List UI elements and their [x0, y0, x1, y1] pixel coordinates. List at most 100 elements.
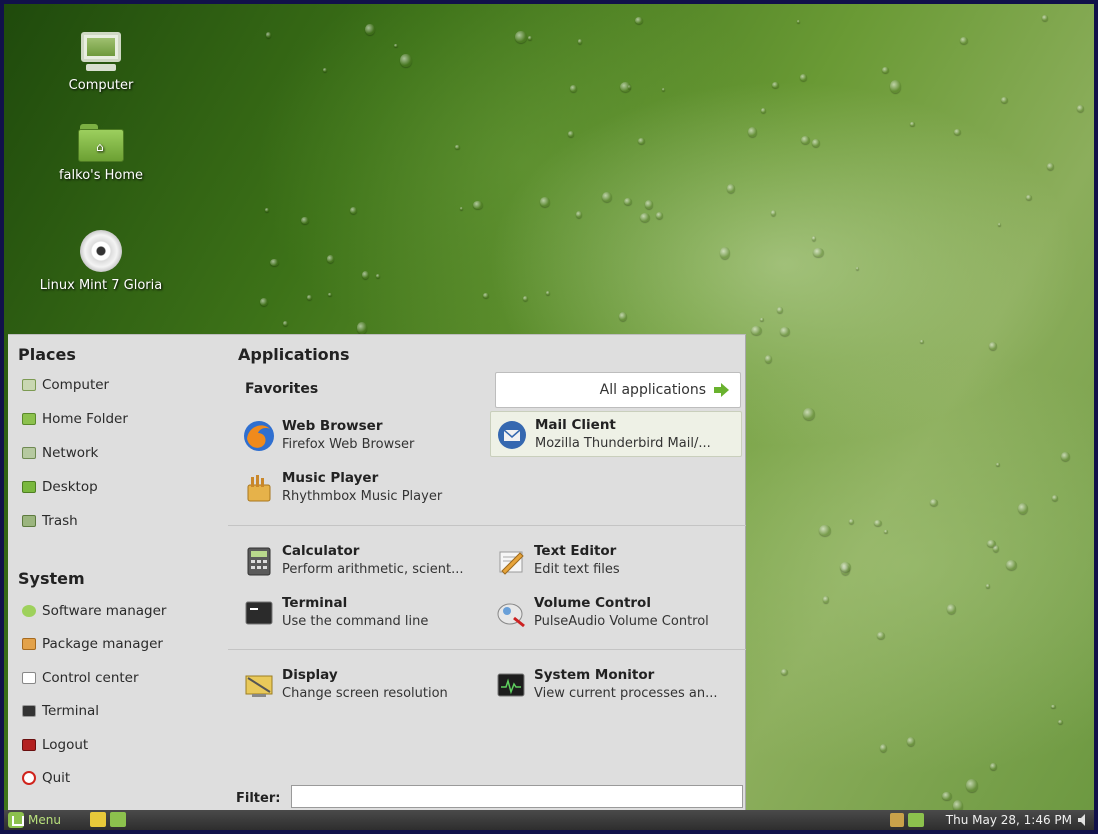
- cd-disc-icon: [80, 230, 122, 272]
- raindrop: [265, 32, 271, 38]
- raindrop: [634, 16, 644, 25]
- raindrop: [661, 87, 665, 91]
- app-desc: Use the command line: [282, 614, 429, 629]
- volume-icon[interactable]: [1078, 814, 1088, 826]
- menu-button-label: Menu: [28, 813, 61, 827]
- all-applications-label: All applications: [599, 382, 706, 398]
- desktop-icon-computer[interactable]: Computer: [36, 32, 166, 93]
- app-name: Mail Client: [535, 417, 616, 433]
- system-item-quit[interactable]: Quit: [22, 766, 70, 790]
- places-item-computer[interactable]: Computer: [22, 373, 109, 397]
- computer-icon: [78, 32, 124, 72]
- raindrop: [1042, 15, 1049, 21]
- raindrop: [879, 744, 887, 753]
- app-name: Volume Control: [534, 595, 651, 611]
- app-display[interactable]: Display Change screen resolution: [238, 662, 490, 708]
- app-terminal[interactable]: Terminal Use the command line: [238, 590, 490, 636]
- terminal-icon: [245, 601, 273, 625]
- raindrop: [1005, 559, 1017, 571]
- logout-icon: [22, 739, 36, 751]
- raindrop: [376, 273, 381, 278]
- raindrop: [907, 736, 916, 747]
- raindrop: [930, 499, 938, 506]
- app-desc: PulseAudio Volume Control: [534, 614, 709, 629]
- raindrop: [1001, 96, 1008, 103]
- raindrop: [322, 68, 328, 73]
- system-item-logout[interactable]: Logout: [22, 733, 88, 757]
- filter-label: Filter:: [236, 791, 281, 806]
- places-item-label: Home Folder: [42, 411, 128, 427]
- raindrop: [989, 342, 997, 351]
- raindrop: [638, 137, 646, 145]
- raindrop: [813, 247, 824, 258]
- raindrop: [1057, 719, 1063, 725]
- software-manager-icon: [22, 605, 36, 617]
- raindrop: [269, 258, 279, 266]
- text-editor-launcher-icon[interactable]: [90, 812, 106, 827]
- clock[interactable]: Thu May 28, 1:46 PM: [946, 813, 1072, 827]
- system-item-terminal[interactable]: Terminal: [22, 699, 99, 723]
- app-web-browser[interactable]: Web Browser Firefox Web Browser: [238, 413, 490, 459]
- raindrop: [618, 311, 627, 322]
- raindrop: [639, 212, 650, 222]
- raindrop: [1026, 194, 1033, 201]
- raindrop: [764, 354, 772, 364]
- raindrop: [483, 292, 490, 298]
- applications-title: Applications: [238, 345, 350, 364]
- app-name: Display: [282, 667, 338, 683]
- raindrop: [545, 290, 550, 295]
- raindrop: [1052, 495, 1059, 501]
- places-item-network[interactable]: Network: [22, 441, 98, 465]
- favorites-title: Favorites: [245, 381, 319, 397]
- app-system-monitor[interactable]: System Monitor View current processes an…: [490, 662, 742, 708]
- raindrop: [356, 322, 368, 334]
- network-icon: [22, 447, 36, 459]
- raindrop: [1017, 503, 1028, 515]
- app-desc: Change screen resolution: [282, 686, 448, 701]
- filter-input[interactable]: [291, 785, 743, 808]
- raindrop: [328, 292, 332, 296]
- raindrop: [748, 127, 758, 138]
- raindrop: [819, 525, 831, 536]
- trash-icon: [22, 515, 36, 527]
- show-desktop-icon[interactable]: [110, 812, 126, 827]
- places-item-home-folder[interactable]: Home Folder: [22, 407, 128, 431]
- app-calculator[interactable]: Calculator Perform arithmetic, scient...: [238, 538, 490, 584]
- raindrop: [364, 24, 375, 36]
- system-item-label: Package manager: [42, 636, 163, 652]
- app-text-editor[interactable]: Text Editor Edit text files: [490, 538, 742, 584]
- control-center-icon: [22, 672, 36, 684]
- raindrop: [327, 255, 335, 263]
- raindrop: [576, 211, 582, 218]
- raindrop: [283, 321, 288, 327]
- raindrop: [602, 191, 613, 203]
- raindrop: [259, 298, 269, 307]
- update-tray-icon[interactable]: [908, 813, 924, 827]
- home-folder-icon: ⌂: [78, 124, 124, 162]
- places-item-desktop[interactable]: Desktop: [22, 475, 98, 499]
- system-item-control-center[interactable]: Control center: [22, 666, 139, 690]
- raindrop: [996, 463, 1000, 467]
- raindrop: [953, 129, 962, 136]
- raindrop: [400, 53, 412, 68]
- text-editor-icon: [499, 551, 524, 575]
- mint-logo-icon: [8, 812, 24, 828]
- app-name: Terminal: [282, 595, 348, 611]
- desktop-icon-cd[interactable]: Linux Mint 7 Gloria: [36, 230, 166, 293]
- system-item-software-manager[interactable]: Software manager: [22, 599, 166, 623]
- all-applications-button[interactable]: All applications: [495, 372, 741, 408]
- calculator-icon: [247, 547, 271, 576]
- places-item-trash[interactable]: Trash: [22, 509, 78, 533]
- raindrop: [771, 82, 779, 88]
- raindrop: [577, 39, 582, 44]
- desktop-icon-home[interactable]: ⌂ falko's Home: [36, 124, 166, 183]
- raindrop: [823, 596, 829, 603]
- app-music-player[interactable]: Music Player Rhythmbox Music Player: [238, 465, 490, 511]
- raindrop: [770, 209, 776, 217]
- network-tray-icon[interactable]: [890, 813, 904, 827]
- menu-button[interactable]: Menu: [8, 811, 61, 829]
- system-item-package-manager[interactable]: Package manager: [22, 632, 163, 656]
- app-volume-control[interactable]: Volume Control PulseAudio Volume Control: [490, 590, 742, 636]
- raindrop: [751, 326, 762, 336]
- app-mail-client[interactable]: Mail Client Mozilla Thunderbird Mail/...: [490, 411, 742, 457]
